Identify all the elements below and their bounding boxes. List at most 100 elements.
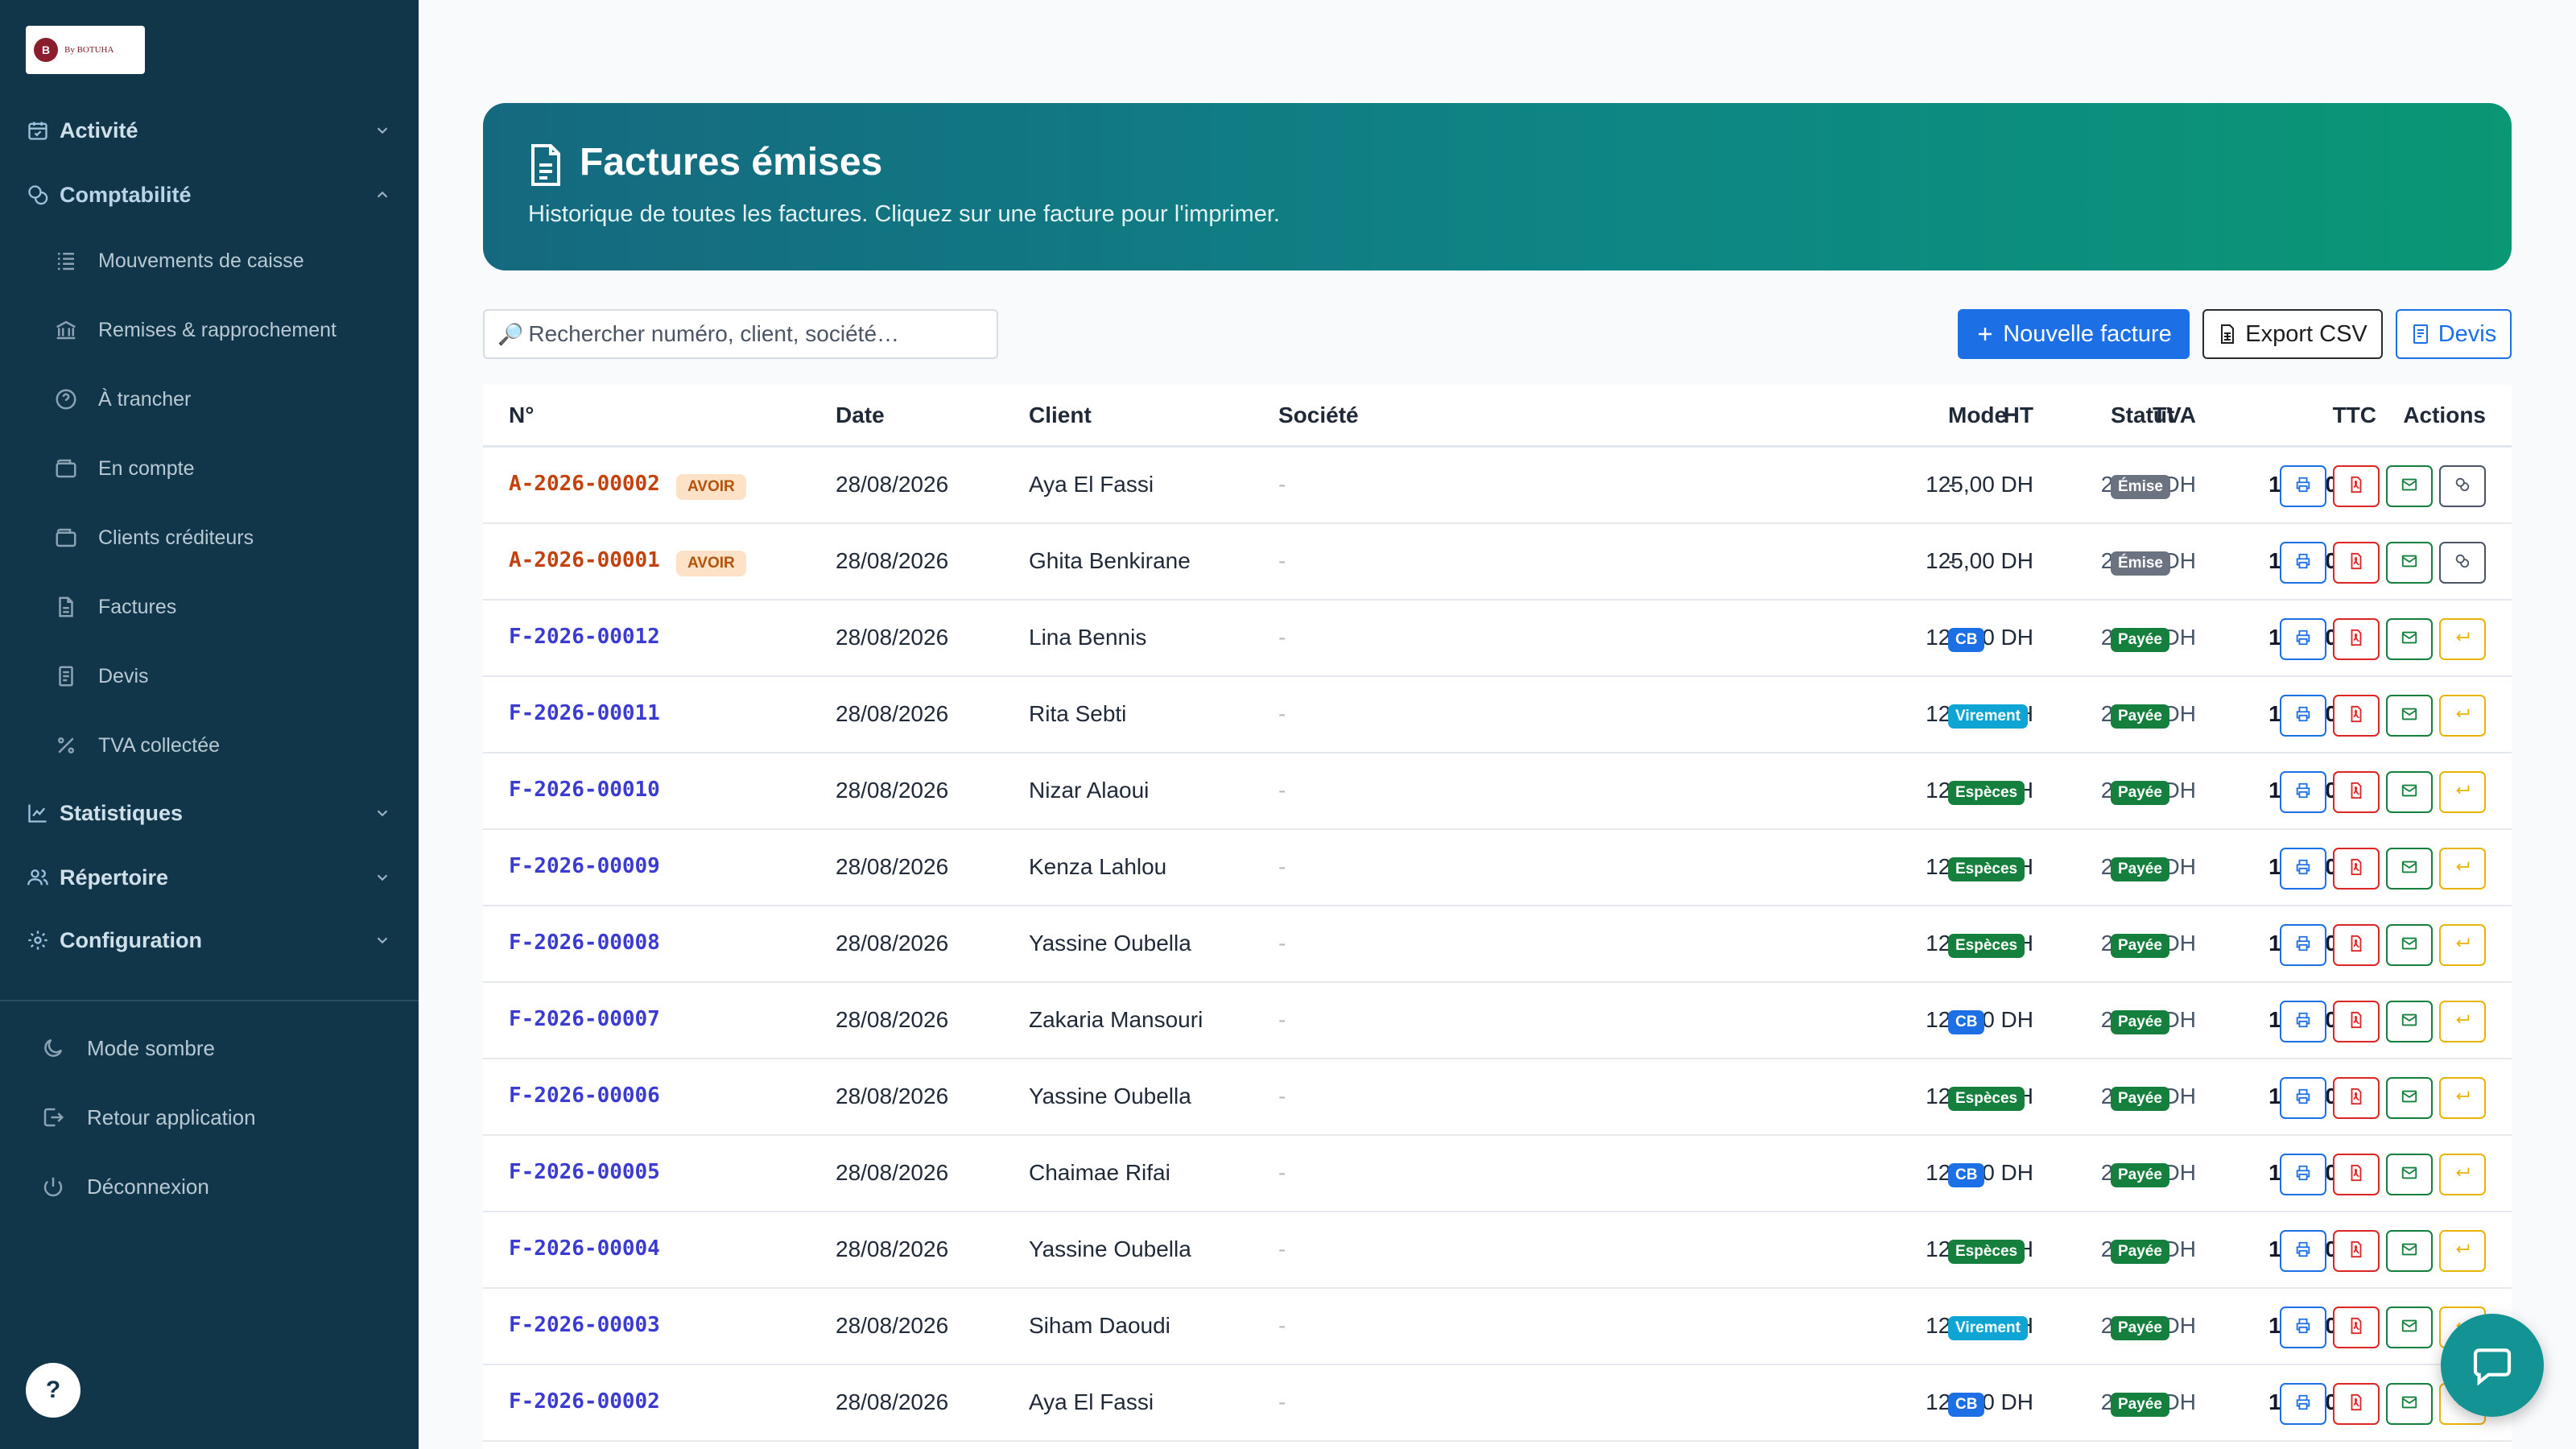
pdf-button[interactable] bbox=[2333, 465, 2380, 507]
email-button[interactable] bbox=[2386, 542, 2433, 584]
new-invoice-button[interactable]: Nouvelle facture bbox=[1958, 309, 2190, 359]
dark-mode-toggle[interactable]: Mode sombre bbox=[39, 1024, 393, 1072]
print-button[interactable] bbox=[2280, 1230, 2326, 1272]
sidebar-item-clients-crediteurs[interactable]: Clients créditeurs bbox=[52, 514, 398, 562]
pdf-button[interactable] bbox=[2333, 1077, 2380, 1119]
table-row[interactable]: F-2026-0000828/08/2026Yassine Oubella-12… bbox=[483, 906, 2512, 983]
search-box[interactable]: 🔎 bbox=[483, 309, 998, 359]
create-credit-note-button[interactable] bbox=[2439, 618, 2486, 660]
invoice-number[interactable]: A-2026-00002 bbox=[509, 472, 660, 496]
sidebar-item-tva[interactable]: TVA collectée bbox=[52, 721, 398, 770]
sidebar-item-devis[interactable]: Devis bbox=[52, 652, 398, 700]
col-societe[interactable]: Société bbox=[1278, 402, 1359, 428]
invoice-number[interactable]: F-2026-00009 bbox=[509, 854, 660, 878]
email-button[interactable] bbox=[2386, 771, 2433, 813]
print-button[interactable] bbox=[2280, 465, 2326, 507]
sidebar-item-factures[interactable]: Factures bbox=[52, 583, 398, 631]
sidebar-item-a-trancher[interactable]: À trancher bbox=[52, 375, 398, 423]
table-row[interactable]: F-2026-0001228/08/2026Lina Bennis-125,00… bbox=[483, 601, 2512, 677]
print-button[interactable] bbox=[2280, 1077, 2326, 1119]
pdf-button[interactable] bbox=[2333, 1154, 2380, 1195]
invoice-number[interactable]: F-2026-00010 bbox=[509, 778, 660, 802]
create-credit-note-button[interactable] bbox=[2439, 848, 2486, 890]
print-button[interactable] bbox=[2280, 924, 2326, 966]
invoice-number[interactable]: F-2026-00004 bbox=[509, 1236, 660, 1261]
pdf-button[interactable] bbox=[2333, 771, 2380, 813]
sidebar-item-remises[interactable]: Remises & rapprochement bbox=[52, 306, 398, 354]
print-button[interactable] bbox=[2280, 1307, 2326, 1348]
email-button[interactable] bbox=[2386, 1001, 2433, 1042]
invoice-number[interactable]: F-2026-00005 bbox=[509, 1160, 660, 1184]
print-button[interactable] bbox=[2280, 618, 2326, 660]
create-credit-note-button[interactable] bbox=[2439, 924, 2486, 966]
sidebar-group-statistiques[interactable]: Statistiques bbox=[24, 789, 394, 837]
col-statut[interactable]: Statut bbox=[2111, 402, 2174, 428]
pdf-button[interactable] bbox=[2333, 618, 2380, 660]
print-button[interactable] bbox=[2280, 695, 2326, 737]
pdf-button[interactable] bbox=[2333, 695, 2380, 737]
invoice-number[interactable]: F-2026-00012 bbox=[509, 625, 660, 649]
print-button[interactable] bbox=[2280, 542, 2326, 584]
sidebar-item-en-compte[interactable]: En compte bbox=[52, 444, 398, 493]
pdf-button[interactable] bbox=[2333, 1307, 2380, 1348]
col-ht[interactable]: HT bbox=[2004, 402, 2033, 428]
credit-note-button[interactable] bbox=[2439, 465, 2486, 507]
email-button[interactable] bbox=[2386, 1307, 2433, 1348]
invoice-number[interactable]: A-2026-00001 bbox=[509, 548, 660, 572]
invoice-number[interactable]: F-2026-00003 bbox=[509, 1313, 660, 1337]
table-row[interactable]: F-2026-0000728/08/2026Zakaria Mansouri-1… bbox=[483, 983, 2512, 1059]
sidebar-group-comptabilite[interactable]: Comptabilité bbox=[24, 171, 394, 219]
table-row[interactable]: F-2026-0000528/08/2026Chaimae Rifai-125,… bbox=[483, 1136, 2512, 1212]
sidebar-group-configuration[interactable]: Configuration bbox=[24, 916, 394, 964]
search-input[interactable] bbox=[528, 321, 980, 347]
create-credit-note-button[interactable] bbox=[2439, 1001, 2486, 1042]
pdf-button[interactable] bbox=[2333, 542, 2380, 584]
table-row[interactable]: F-2026-0000928/08/2026Kenza Lahlou-125,0… bbox=[483, 830, 2512, 906]
devis-button[interactable]: Devis bbox=[2396, 309, 2512, 359]
email-button[interactable] bbox=[2386, 848, 2433, 890]
email-button[interactable] bbox=[2386, 695, 2433, 737]
logout-button[interactable]: Déconnexion bbox=[39, 1162, 393, 1211]
table-row[interactable]: F-2026-0000228/08/2026Aya El Fassi-125,0… bbox=[483, 1365, 2512, 1442]
email-button[interactable] bbox=[2386, 1077, 2433, 1119]
email-button[interactable] bbox=[2386, 465, 2433, 507]
invoice-number[interactable]: F-2026-00002 bbox=[509, 1389, 660, 1414]
create-credit-note-button[interactable] bbox=[2439, 771, 2486, 813]
create-credit-note-button[interactable] bbox=[2439, 1230, 2486, 1272]
email-button[interactable] bbox=[2386, 618, 2433, 660]
back-to-app-link[interactable]: Retour application bbox=[39, 1093, 393, 1141]
create-credit-note-button[interactable] bbox=[2439, 695, 2486, 737]
invoice-number[interactable]: F-2026-00006 bbox=[509, 1084, 660, 1108]
table-row[interactable]: F-2026-0000628/08/2026Yassine Oubella-12… bbox=[483, 1059, 2512, 1136]
table-row[interactable]: F-2026-0000428/08/2026Yassine Oubella-12… bbox=[483, 1212, 2512, 1289]
pdf-button[interactable] bbox=[2333, 924, 2380, 966]
create-credit-note-button[interactable] bbox=[2439, 1077, 2486, 1119]
pdf-button[interactable] bbox=[2333, 848, 2380, 890]
table-row[interactable]: A-2026-00001 AVOIR 28/08/2026 Ghita Benkira… bbox=[483, 524, 2512, 601]
email-button[interactable] bbox=[2386, 1383, 2433, 1425]
create-credit-note-button[interactable] bbox=[2439, 1154, 2486, 1195]
email-button[interactable] bbox=[2386, 924, 2433, 966]
app-logo[interactable]: B By BOTUHA bbox=[26, 26, 145, 74]
print-button[interactable] bbox=[2280, 848, 2326, 890]
table-row[interactable]: F-2026-0001128/08/2026Rita Sebti-125,00 … bbox=[483, 677, 2512, 753]
email-button[interactable] bbox=[2386, 1230, 2433, 1272]
table-row[interactable]: A-2026-00002 AVOIR 28/08/2026 Aya El Fassi -… bbox=[483, 448, 2512, 524]
invoice-number[interactable]: F-2026-00011 bbox=[509, 701, 660, 725]
print-button[interactable] bbox=[2280, 1383, 2326, 1425]
sidebar-group-repertoire[interactable]: Répertoire bbox=[24, 853, 394, 902]
pdf-button[interactable] bbox=[2333, 1383, 2380, 1425]
col-client[interactable]: Client bbox=[1029, 402, 1092, 428]
col-num[interactable]: N° bbox=[509, 402, 534, 428]
sidebar-group-activite[interactable]: Activité bbox=[24, 106, 394, 155]
pdf-button[interactable] bbox=[2333, 1001, 2380, 1042]
print-button[interactable] bbox=[2280, 771, 2326, 813]
invoice-number[interactable]: F-2026-00008 bbox=[509, 931, 660, 955]
sidebar-item-mouvements[interactable]: Mouvements de caisse bbox=[52, 237, 398, 285]
col-ttc[interactable]: TTC bbox=[2333, 402, 2376, 428]
table-row[interactable]: F-2026-0000328/08/2026Siham Daoudi-125,0… bbox=[483, 1289, 2512, 1365]
chat-button[interactable] bbox=[2441, 1314, 2544, 1417]
invoice-number[interactable]: F-2026-00007 bbox=[509, 1007, 660, 1031]
print-button[interactable] bbox=[2280, 1154, 2326, 1195]
print-button[interactable] bbox=[2280, 1001, 2326, 1042]
